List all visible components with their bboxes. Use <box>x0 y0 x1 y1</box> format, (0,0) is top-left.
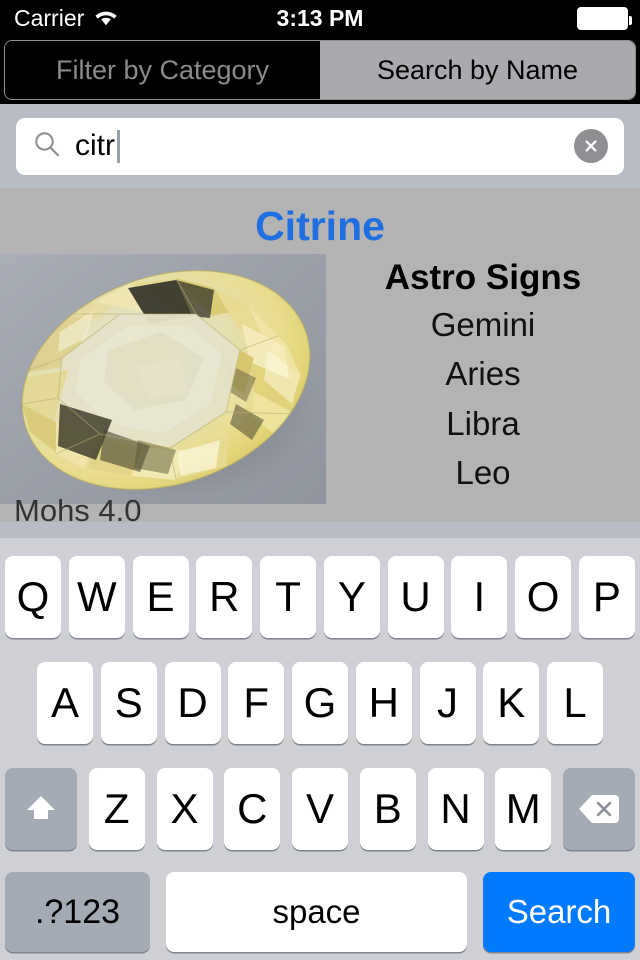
key-search-return[interactable]: Search <box>483 872 635 952</box>
segmented-control[interactable]: Filter by Category Search by Name <box>4 40 636 100</box>
status-bar: Carrier 3:13 PM <box>0 0 640 36</box>
detail-row: Astro Signs Gemini Aries Libra Leo <box>0 254 640 504</box>
key-t[interactable]: T <box>260 556 317 638</box>
search-input[interactable]: citr <box>16 117 624 175</box>
astro-signs-heading: Astro Signs <box>384 258 582 297</box>
app-root: Carrier 3:13 PM Filter by Category Searc… <box>0 0 640 960</box>
citrine-gemstone-photo <box>0 254 326 504</box>
key-b[interactable]: B <box>359 768 416 850</box>
key-o[interactable]: O <box>515 556 572 638</box>
search-bar: citr <box>0 104 640 188</box>
key-m[interactable]: M <box>495 768 552 850</box>
on-screen-keyboard: Q W E R T Y U I O P A S D F G H J K L Z … <box>0 538 640 960</box>
key-n[interactable]: N <box>427 768 484 850</box>
key-x[interactable]: X <box>156 768 213 850</box>
key-i[interactable]: I <box>451 556 508 638</box>
key-q[interactable]: Q <box>5 556 61 638</box>
search-icon <box>32 129 62 164</box>
page-title: Citrine <box>255 203 385 249</box>
segment-search-by-name[interactable]: Search by Name <box>320 41 635 99</box>
key-g[interactable]: G <box>292 662 348 744</box>
battery-full-icon <box>577 6 632 30</box>
keyboard-row-2: A S D F G H J K L <box>0 655 640 751</box>
search-input-value: citr <box>75 129 115 162</box>
key-z[interactable]: Z <box>88 768 145 850</box>
key-space[interactable]: space <box>166 872 467 952</box>
content-bottom-edge <box>0 522 640 538</box>
key-w[interactable]: W <box>68 556 125 638</box>
keyboard-row-1: Q W E R T Y U I O P <box>0 549 640 645</box>
key-l[interactable]: L <box>547 662 603 744</box>
shift-arrow-icon[interactable] <box>5 768 77 850</box>
clear-circle-icon[interactable] <box>574 129 608 163</box>
key-h[interactable]: H <box>355 662 412 744</box>
astro-sign-item: Leo <box>455 454 511 492</box>
key-numeric-toggle[interactable]: .?123 <box>5 872 150 952</box>
astro-signs-column: Astro Signs Gemini Aries Libra Leo <box>326 254 640 504</box>
key-r[interactable]: R <box>196 556 253 638</box>
key-e[interactable]: E <box>132 556 189 638</box>
key-p[interactable]: P <box>578 556 635 638</box>
segment-filter-by-category[interactable]: Filter by Category <box>5 41 320 99</box>
key-u[interactable]: U <box>387 556 444 638</box>
astro-sign-item: Gemini <box>430 305 536 343</box>
segmented-control-bar: Filter by Category Search by Name <box>0 36 640 104</box>
status-bar-time: 3:13 PM <box>276 4 364 31</box>
gem-detail-panel[interactable]: Citrine Astro Signs Gemini Aries Libra L… <box>0 188 640 538</box>
key-f[interactable]: F <box>228 662 285 744</box>
astro-sign-item: Aries <box>445 355 521 393</box>
key-c[interactable]: C <box>224 768 281 850</box>
text-cursor <box>117 129 120 163</box>
key-s[interactable]: S <box>100 662 157 744</box>
backspace-delete-icon[interactable] <box>563 768 635 850</box>
key-d[interactable]: D <box>164 662 221 744</box>
key-y[interactable]: Y <box>323 556 380 638</box>
key-v[interactable]: V <box>292 768 348 850</box>
status-bar-right <box>577 6 632 30</box>
keyboard-row-4: .?123 space Search <box>0 867 640 957</box>
search-text-holder: citr <box>75 129 608 163</box>
astro-sign-item: Libra <box>446 404 520 442</box>
key-j[interactable]: J <box>419 662 476 744</box>
keyboard-row-3: Z X C V B N M <box>0 761 640 857</box>
key-k[interactable]: K <box>483 662 540 744</box>
key-a[interactable]: A <box>37 662 93 744</box>
